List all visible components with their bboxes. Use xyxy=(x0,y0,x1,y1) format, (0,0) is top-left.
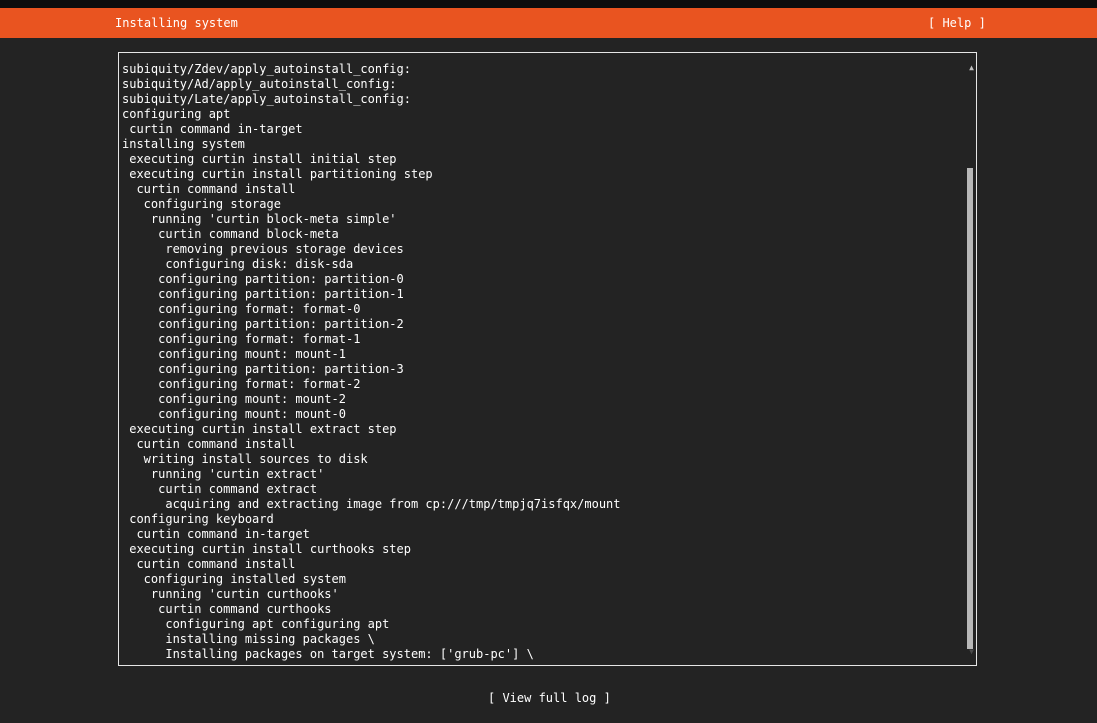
log-line: curtin command install xyxy=(122,182,296,196)
log-line: executing curtin install extract step xyxy=(122,422,397,436)
log-line: Installing packages on target system: ['… xyxy=(122,647,534,661)
log-line: configuring apt configuring apt xyxy=(122,617,390,631)
header-bar: Installing system [ Help ] xyxy=(0,8,1097,38)
log-line: running 'curtin extract' xyxy=(122,467,325,481)
log-line: running 'curtin curthooks' xyxy=(122,587,339,601)
log-line: curtin command extract xyxy=(122,482,318,496)
log-line: curtin command in-target xyxy=(122,527,310,541)
log-line: configuring installed system xyxy=(122,572,346,586)
log-line: executing curtin install partitioning st… xyxy=(122,167,433,181)
log-line: configuring storage xyxy=(122,197,281,211)
log-line: configuring format: format-2 xyxy=(122,377,361,391)
scrollbar-thumb[interactable] xyxy=(967,168,973,649)
log-line: configuring keyboard xyxy=(122,512,274,526)
log-line: subiquity/Late/apply_autoinstall_config: xyxy=(122,92,411,106)
log-line: installing missing packages \ xyxy=(122,632,375,646)
top-edge xyxy=(0,0,1097,8)
log-line: configuring format: format-1 xyxy=(122,332,361,346)
log-line: configuring disk: disk-sda xyxy=(122,257,354,271)
log-line: configuring format: format-0 xyxy=(122,302,361,316)
log-line: curtin command install xyxy=(122,437,296,451)
install-log-panel[interactable]: subiquity/Zdev/apply_autoinstall_config:… xyxy=(118,52,977,666)
log-line: removing previous storage devices xyxy=(122,242,404,256)
scroll-down-arrow-icon[interactable]: ▼ xyxy=(969,647,974,657)
log-line: configuring partition: partition-1 xyxy=(122,287,404,301)
log-line: configuring mount: mount-1 xyxy=(122,347,346,361)
installer-screen: Installing system [ Help ] subiquity/Zde… xyxy=(0,0,1097,723)
log-line: configuring partition: partition-2 xyxy=(122,317,404,331)
page-title: Installing system xyxy=(115,16,238,30)
log-line: subiquity/Ad/apply_autoinstall_config: xyxy=(122,77,397,91)
view-full-log-button[interactable]: [ View full log ] xyxy=(488,691,611,706)
log-line: installing system xyxy=(122,137,245,151)
log-line: acquiring and extracting image from cp:/… xyxy=(122,497,621,511)
log-line: running 'curtin block-meta simple' xyxy=(122,212,397,226)
log-lines: subiquity/Zdev/apply_autoinstall_config:… xyxy=(122,62,962,662)
log-line: curtin command in-target xyxy=(122,122,303,136)
log-line: executing curtin install curthooks step xyxy=(122,542,411,556)
log-line: configuring mount: mount-2 xyxy=(122,392,346,406)
log-line: curtin command curthooks xyxy=(122,602,332,616)
log-line: writing install sources to disk xyxy=(122,452,368,466)
log-line: executing curtin install initial step xyxy=(122,152,397,166)
log-line: configuring mount: mount-0 xyxy=(122,407,346,421)
log-line: configuring partition: partition-0 xyxy=(122,272,404,286)
log-line: curtin command block-meta xyxy=(122,227,339,241)
log-line: subiquity/Zdev/apply_autoinstall_config: xyxy=(122,62,411,76)
log-line: configuring partition: partition-3 xyxy=(122,362,404,376)
log-line: curtin command install xyxy=(122,557,296,571)
help-button[interactable]: [ Help ] xyxy=(928,16,986,31)
scroll-up-arrow-icon[interactable]: ▲ xyxy=(969,63,974,73)
log-line: configuring apt xyxy=(122,107,231,121)
